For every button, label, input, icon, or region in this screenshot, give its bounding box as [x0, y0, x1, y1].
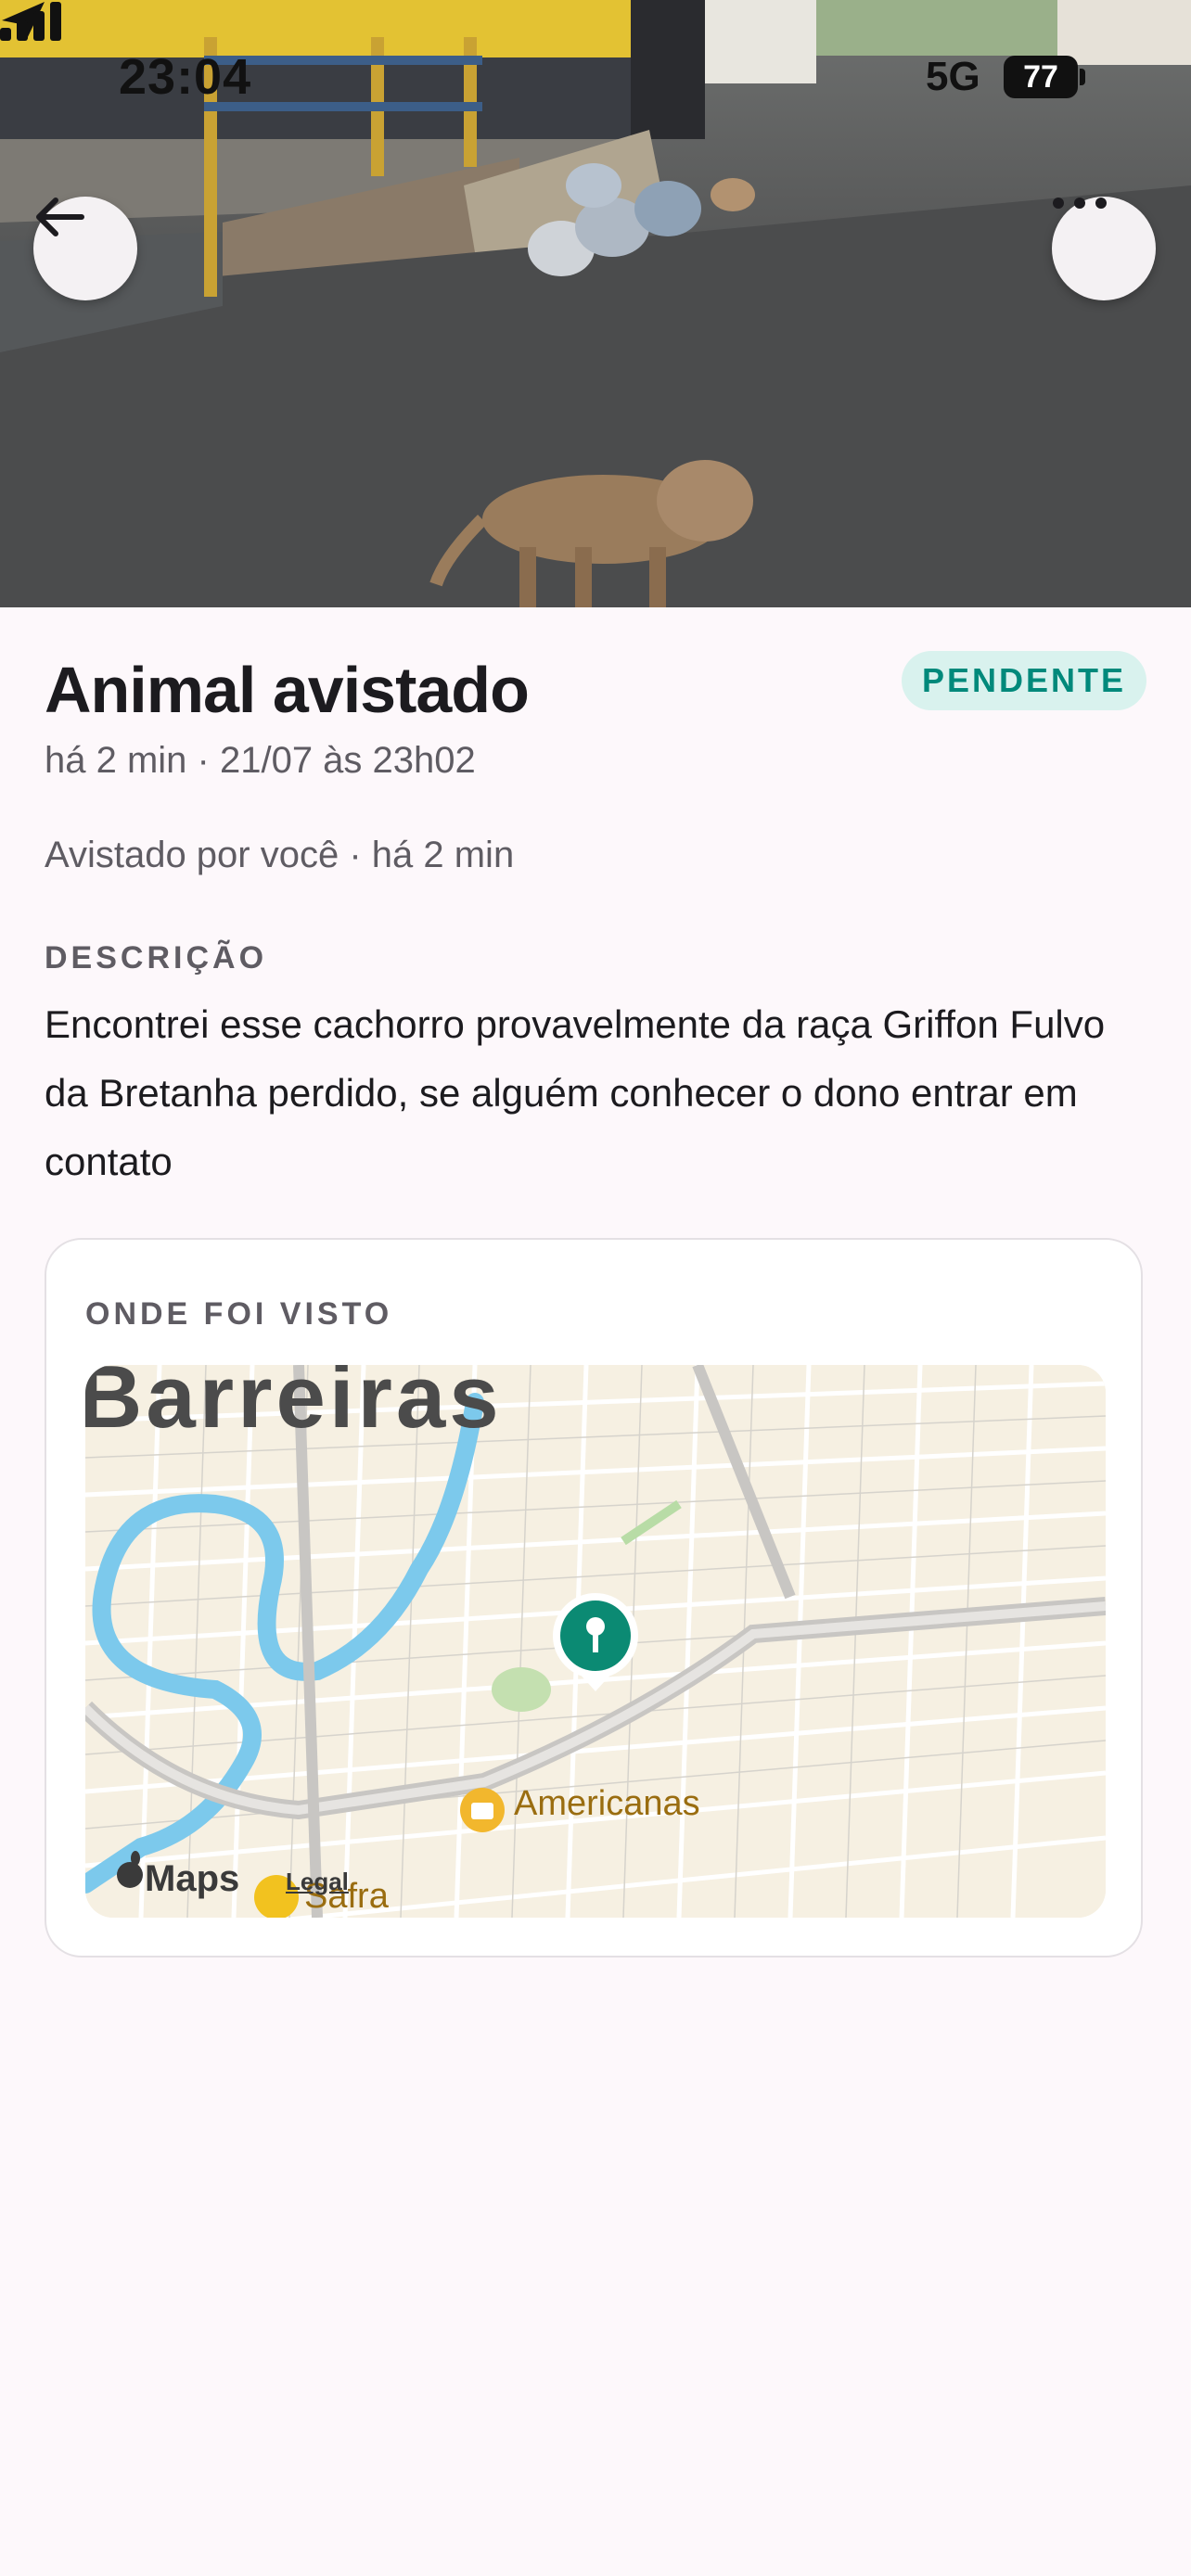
network-label: 5G	[926, 54, 980, 99]
battery-icon: 77	[1004, 56, 1078, 98]
battery-tip	[1080, 69, 1085, 85]
maps-brand: Maps	[145, 1858, 240, 1899]
arrow-left-icon	[36, 198, 84, 236]
more-options-button[interactable]	[1052, 197, 1156, 300]
map-city-label: Barreiras	[85, 1365, 503, 1447]
map-legal-link[interactable]: Legal	[286, 1868, 349, 1896]
seen-by-text: Avistado por você · há 2 min	[45, 835, 515, 875]
status-time: 23:04	[119, 49, 252, 105]
signal-icon	[0, 2, 61, 41]
status-bar: 23:04 5G 77	[0, 0, 1191, 158]
map-poi-americanas: Americanas	[514, 1784, 700, 1823]
shopping-bag-icon	[460, 1788, 505, 1832]
more-horizontal-icon	[1053, 198, 1107, 209]
report-title: Animal avistado	[45, 654, 530, 726]
description-text: Encontrei esse cachorro provavelmente da…	[45, 1002, 1106, 1183]
hero-photo: 23:04 5G 77	[0, 0, 1191, 607]
status-badge: PENDENTE	[902, 651, 1146, 710]
back-button[interactable]	[33, 197, 137, 300]
report-meta: há 2 min · 21/07 às 23h02	[45, 740, 476, 781]
description-label: DESCRIÇÃO	[45, 940, 268, 976]
location-label: ONDE FOI VISTO	[85, 1296, 393, 1332]
location-map[interactable]: Barreiras Americanas Safra Maps Legal	[85, 1365, 1106, 1918]
